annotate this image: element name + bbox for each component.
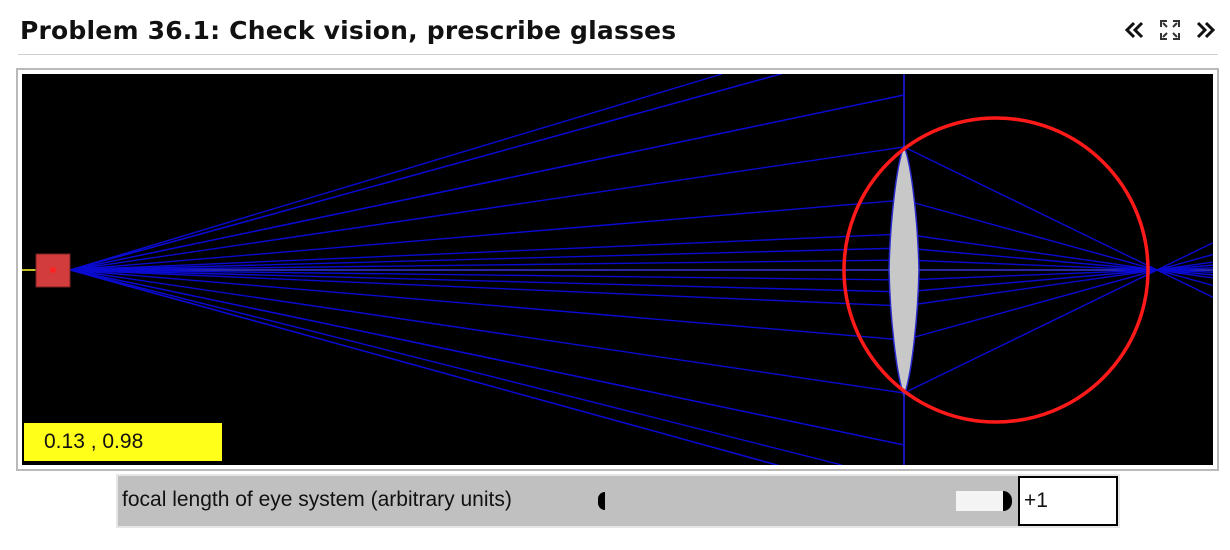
focal-length-label: focal length of eye system (arbitrary un… — [122, 488, 512, 511]
refracted-ray — [903, 146, 1213, 298]
refracted-ray — [903, 261, 1213, 307]
slider-thumb[interactable] — [1003, 491, 1012, 511]
eye-lens[interactable] — [888, 143, 920, 399]
outer-ray — [69, 74, 723, 271]
light-source-point[interactable] — [50, 267, 56, 273]
refracted-ray — [903, 199, 1213, 287]
refracted-ray — [903, 253, 1213, 341]
incident-ray — [69, 74, 784, 271]
double-chevron-left-icon[interactable] — [1122, 18, 1146, 42]
coordinate-readout: 0.13 , 0.98 — [24, 423, 222, 461]
page-title: Problem 36.1: Check vision, prescribe gl… — [20, 16, 677, 45]
focal-length-value-input[interactable] — [1018, 476, 1118, 526]
nav-icons — [1122, 18, 1218, 42]
slider-fill — [956, 491, 1004, 511]
outer-ray — [69, 94, 905, 271]
focal-length-slider[interactable] — [594, 490, 1014, 512]
fullscreen-icon[interactable] — [1158, 18, 1182, 42]
optics-diagram[interactable] — [22, 74, 1213, 465]
slider-min-cap — [598, 492, 605, 510]
focal-length-control: focal length of eye system (arbitrary un… — [116, 474, 1120, 528]
outer-ray — [69, 269, 905, 446]
light-rays — [69, 74, 1213, 465]
double-chevron-right-icon[interactable] — [1194, 18, 1218, 42]
simulation-frame: 0.13 , 0.98 — [16, 68, 1219, 471]
refracted-ray — [903, 242, 1213, 394]
page: Problem 36.1: Check vision, prescribe gl… — [0, 0, 1230, 550]
simulation-canvas[interactable]: 0.13 , 0.98 — [22, 74, 1213, 465]
problem-header: Problem 36.1: Check vision, prescribe gl… — [18, 10, 1218, 55]
